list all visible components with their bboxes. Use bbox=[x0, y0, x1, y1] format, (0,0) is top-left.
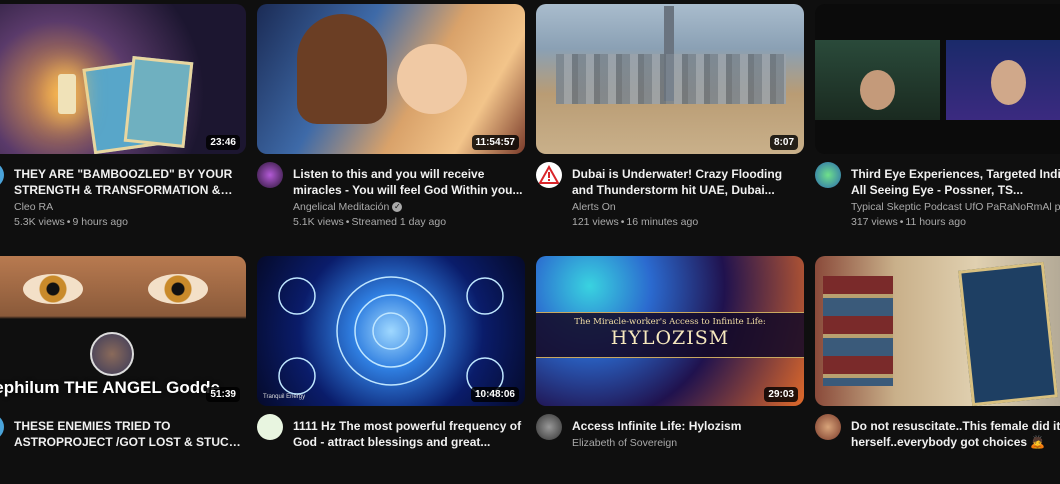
book-stack-shape bbox=[823, 276, 893, 386]
video-title[interactable]: Do not resuscitate..This female did it t… bbox=[851, 418, 1060, 450]
video-stats: 121 views • 16 minutes ago bbox=[572, 216, 699, 228]
channel-avatar[interactable] bbox=[536, 414, 562, 440]
video-title[interactable]: THESE ENEMIES TRIED TO ASTROPROJECT /GOT… bbox=[14, 418, 246, 450]
video-duration: 8:07 bbox=[769, 135, 798, 150]
upload-age: 11 hours ago bbox=[905, 216, 966, 228]
video-title[interactable]: Dubai is Underwater! Crazy Flooding and … bbox=[572, 166, 804, 198]
view-count: 5.1K views bbox=[293, 216, 344, 228]
channel-avatar[interactable] bbox=[0, 162, 4, 188]
video-thumbnail[interactable]: 5( bbox=[815, 4, 1060, 154]
view-count: 121 views bbox=[572, 216, 619, 228]
thumbnail-overlay-text: Nephilum THE ANGEL Godde bbox=[0, 378, 221, 397]
channel-avatar[interactable] bbox=[257, 414, 283, 440]
channel-name[interactable]: Typical Skeptic Podcast UfO PaRaNoRmAl p… bbox=[851, 201, 1060, 213]
webcam-panel bbox=[946, 40, 1060, 120]
banner-title: Hylozism bbox=[610, 327, 730, 349]
video-title[interactable]: Third Eye Experiences, Targeted Individu… bbox=[851, 166, 1060, 198]
video-thumbnail[interactable]: Nephilum THE ANGEL Godde 51:39 bbox=[0, 256, 246, 406]
banner-subtitle: The Miracle-worker's Access to Infinite … bbox=[574, 317, 766, 327]
channel-avatar[interactable] bbox=[815, 162, 841, 188]
webcam-panel bbox=[815, 40, 940, 120]
video-duration: 11:54:57 bbox=[471, 135, 519, 150]
thumbnail-overlay-text: Tranquil Energy bbox=[263, 394, 306, 400]
channel-avatar[interactable] bbox=[0, 414, 4, 440]
video-meta: THEY ARE "BAMBOOZLED" BY YOUR STRENGTH &… bbox=[0, 162, 246, 232]
video-meta: Dubai is Underwater! Crazy Flooding and … bbox=[536, 162, 804, 232]
video-meta: Access Infinite Life: Hylozism Elizabeth… bbox=[536, 414, 804, 484]
view-count: 317 views bbox=[851, 216, 898, 228]
video-duration: 23:46 bbox=[206, 135, 240, 150]
upload-age: Streamed 1 day ago bbox=[351, 216, 447, 228]
video-meta: Listen to this and you will receive mira… bbox=[257, 162, 525, 232]
video-thumbnail[interactable]: 8:07 bbox=[536, 4, 804, 154]
skyline-shape bbox=[556, 54, 786, 104]
portrait-shape bbox=[90, 332, 134, 376]
eye-shape bbox=[148, 274, 208, 304]
eye-shape bbox=[23, 274, 83, 304]
channel-name[interactable]: Cleo RA bbox=[14, 201, 246, 213]
upload-age: 16 minutes ago bbox=[626, 216, 699, 228]
video-meta: Do not resuscitate..This female did it t… bbox=[815, 414, 1060, 484]
tarot-card-shape bbox=[123, 56, 194, 148]
video-title[interactable]: 1111 Hz The most powerful frequency of G… bbox=[293, 418, 525, 450]
video-meta: Third Eye Experiences, Targeted Individu… bbox=[815, 162, 1060, 232]
video-thumbnail[interactable]: 4( bbox=[815, 256, 1060, 406]
baby-shape bbox=[397, 44, 467, 114]
channel-name[interactable]: Elizabeth of Sovereign bbox=[572, 437, 804, 449]
video-stats: 5.1K views • Streamed 1 day ago bbox=[293, 216, 447, 228]
figure-shape bbox=[297, 14, 387, 124]
video-title[interactable]: Listen to this and you will receive mira… bbox=[293, 166, 525, 198]
warning-icon bbox=[538, 164, 560, 184]
view-count: 5.3K views bbox=[14, 216, 65, 228]
channel-avatar[interactable] bbox=[536, 162, 562, 188]
upload-age: 9 hours ago bbox=[72, 216, 128, 228]
video-duration: 10:48:06 bbox=[470, 387, 519, 402]
tarot-card-shape bbox=[958, 261, 1058, 406]
channel-avatar[interactable] bbox=[257, 162, 283, 188]
verified-icon: ✓ bbox=[392, 202, 403, 213]
video-meta: THESE ENEMIES TRIED TO ASTROPROJECT /GOT… bbox=[0, 414, 246, 484]
video-stats: 317 views • 11 hours ago bbox=[851, 216, 966, 228]
video-meta: 1111 Hz The most powerful frequency of G… bbox=[257, 414, 525, 484]
video-duration: 51:39 bbox=[206, 387, 240, 402]
video-thumbnail[interactable]: The Miracle-worker's Access to Infinite … bbox=[536, 256, 804, 406]
title-banner: The Miracle-worker's Access to Infinite … bbox=[536, 312, 804, 358]
video-thumbnail[interactable]: Tranquil Energy 10:48:06 bbox=[257, 256, 525, 406]
channel-name[interactable]: Alerts On bbox=[572, 201, 804, 213]
video-title[interactable]: THEY ARE "BAMBOOZLED" BY YOUR STRENGTH &… bbox=[14, 166, 246, 198]
video-thumbnail[interactable]: 23:46 bbox=[0, 4, 246, 154]
video-thumbnail[interactable]: 11:54:57 bbox=[257, 4, 525, 154]
mandala-shape bbox=[278, 276, 504, 395]
candle-shape bbox=[58, 74, 76, 114]
video-stats: 5.3K views • 9 hours ago bbox=[14, 216, 128, 228]
channel-name[interactable]: Angelical Meditación ✓ bbox=[293, 201, 525, 213]
video-title[interactable]: Access Infinite Life: Hylozism bbox=[572, 418, 804, 434]
video-duration: 29:03 bbox=[764, 387, 798, 402]
channel-avatar[interactable] bbox=[815, 414, 841, 440]
